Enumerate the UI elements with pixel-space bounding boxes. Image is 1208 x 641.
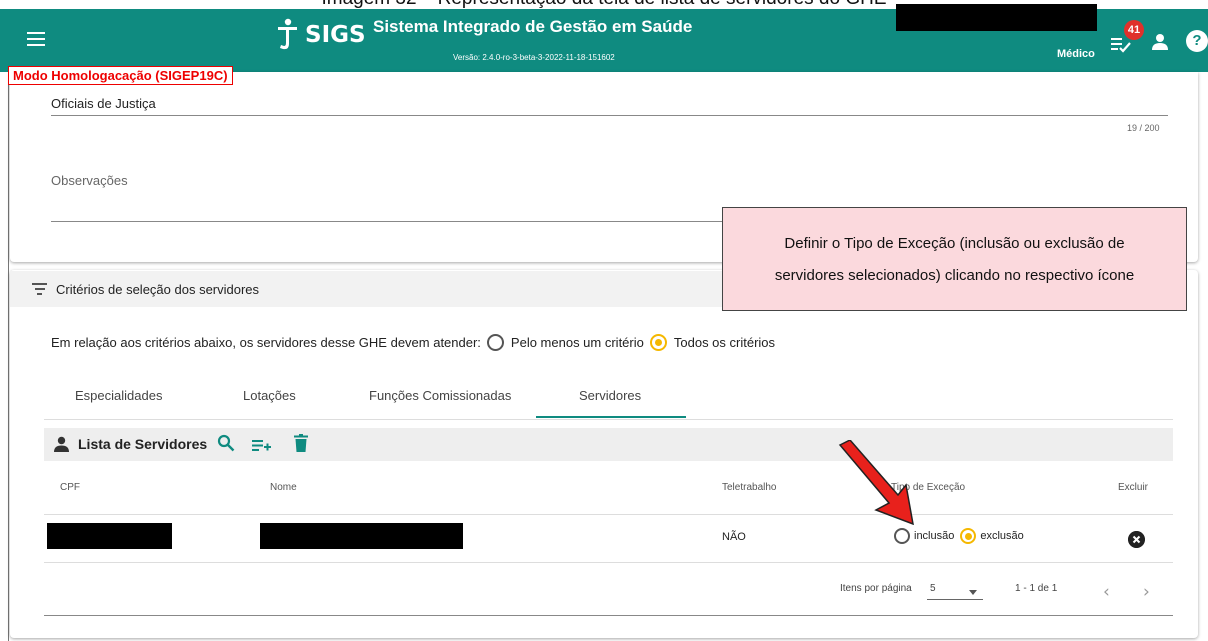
person-icon: [54, 436, 69, 452]
filter-icon: [32, 283, 47, 295]
page-border: [8, 72, 9, 641]
ghe-name-field[interactable]: Oficiais de Justiça: [51, 96, 156, 111]
radio-exclusao[interactable]: [960, 528, 977, 544]
callout-line-2: servidores selecionados) clicando no res…: [774, 267, 1135, 284]
next-page-button[interactable]: ›: [1143, 582, 1150, 602]
radio-all-criteria[interactable]: [649, 334, 667, 351]
inclusao-label[interactable]: inclusão: [914, 530, 954, 542]
tasks-badge: 41: [1124, 20, 1144, 40]
page-range: 1 - 1 de 1: [1015, 583, 1058, 594]
tab-lotacoes[interactable]: Lotações: [243, 388, 296, 403]
redacted-cpf: [47, 523, 172, 549]
annotation-callout: Definir o Tipo de Exceção (inclusão ou e…: [722, 207, 1187, 311]
tipo-excecao-options: inclusão exclusão: [888, 528, 1024, 544]
radio-inclusao[interactable]: [894, 528, 910, 544]
items-per-page-label: Itens por página: [840, 583, 912, 594]
tab-funcoes-comissionadas[interactable]: Funções Comissionadas: [369, 388, 511, 403]
row-divider: [44, 514, 1173, 515]
page-size-select[interactable]: 5: [930, 583, 936, 594]
search-icon[interactable]: [217, 434, 235, 452]
redacted-nome: [260, 523, 463, 549]
col-excluir: Excluir: [1118, 482, 1149, 493]
sigs-logo-icon: [278, 18, 297, 50]
teletrabalho-value: NÃO: [722, 531, 746, 543]
list-title: Lista de Servidores: [78, 436, 208, 452]
remove-row-icon[interactable]: [1128, 531, 1145, 548]
redacted-user-name: [896, 4, 1097, 31]
list-toolbar: [44, 428, 1173, 461]
system-version: Versão: 2.4.0-ro-3-beta-3-2022-11-18-151…: [453, 53, 615, 62]
menu-icon[interactable]: [27, 32, 45, 46]
tab-especialidades[interactable]: Especialidades: [75, 388, 162, 403]
help-icon[interactable]: ?: [1186, 30, 1208, 52]
row-divider: [44, 562, 1173, 563]
col-cpf: CPF: [60, 482, 80, 493]
tab-servidores[interactable]: Servidores: [579, 388, 641, 403]
criteria-match-text: Em relação aos critérios abaixo, os serv…: [51, 335, 481, 350]
criteria-tabs: Especialidades Lotações Funções Comissio…: [44, 375, 1173, 420]
option-any-label[interactable]: Pelo menos um critério: [511, 335, 644, 350]
option-all-label[interactable]: Todos os critérios: [674, 335, 775, 350]
criteria-title: Critérios de seleção dos servidores: [56, 282, 260, 297]
char-counter: 19 / 200: [1127, 123, 1160, 133]
criteria-match-row: Em relação aos critérios abaixo, os serv…: [51, 334, 775, 351]
sigs-logo: SIGS: [275, 18, 366, 52]
system-title: Sistema Integrado de Gestão em Saúde: [373, 17, 693, 36]
exclusao-label[interactable]: exclusão: [980, 530, 1023, 542]
radio-any-criterion[interactable]: [486, 334, 504, 351]
user-icon[interactable]: [1151, 33, 1169, 51]
chevron-down-icon[interactable]: [969, 590, 977, 595]
col-teletrabalho: Teletrabalho: [722, 482, 777, 493]
field-underline: [51, 115, 1168, 116]
table-bottom-border: [44, 615, 1173, 616]
callout-line-1: Definir o Tipo de Exceção (inclusão ou e…: [784, 235, 1125, 252]
red-arrow-icon: [838, 440, 914, 525]
add-list-icon[interactable]: [252, 437, 271, 453]
prev-page-button[interactable]: ‹: [1103, 582, 1110, 602]
active-tab-indicator: [536, 416, 686, 418]
user-role: Médico: [1057, 48, 1095, 60]
select-underline: [927, 599, 983, 600]
trash-icon[interactable]: [294, 434, 308, 452]
environment-banner: Modo Homologacação (SIGEP19C): [8, 66, 233, 85]
logo-text: SIGS: [305, 22, 366, 48]
col-nome: Nome: [270, 482, 297, 493]
observations-field[interactable]: Observações: [51, 173, 128, 188]
